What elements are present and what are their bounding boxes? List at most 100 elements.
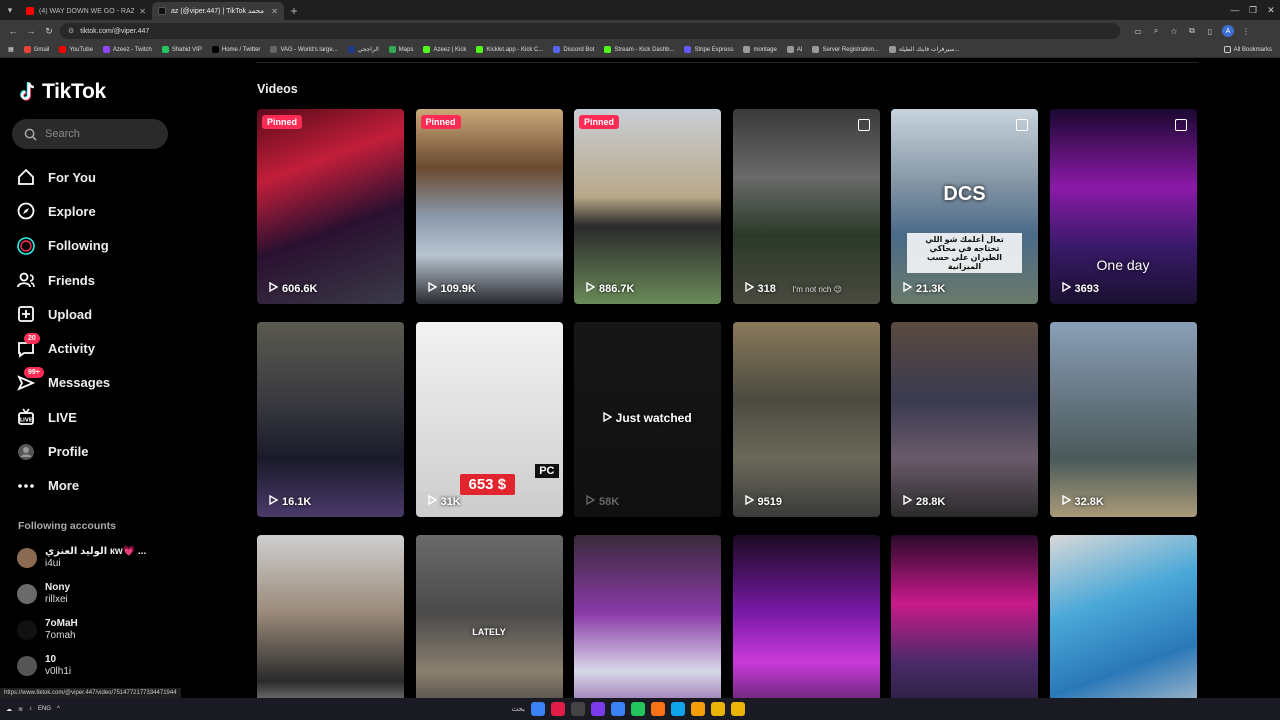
nav-item-activity[interactable]: 20 Activity xyxy=(16,331,110,365)
taskbar-search-label[interactable]: بحث xyxy=(475,705,525,713)
bookmark-label: Stream - Kick Dashb... xyxy=(614,46,675,53)
apps-grid-icon[interactable]: ▦ xyxy=(8,46,14,53)
bookmark-item[interactable]: Discord Bot xyxy=(553,46,594,53)
close-icon[interactable]: ✕ xyxy=(271,7,278,16)
tray-chevron-icon[interactable]: ^ xyxy=(57,706,60,712)
taskbar-app-icon[interactable] xyxy=(551,702,565,716)
video-thumbnail[interactable]: I'm not rich 😉 318 xyxy=(732,109,880,304)
bookmark-item[interactable]: YouTube xyxy=(59,46,93,53)
all-bookmarks-folder[interactable]: All Bookmarks xyxy=(1223,46,1272,53)
bookmark-item[interactable]: سيرفرات فاينك الطيلة... xyxy=(888,46,960,53)
tab-search-icon[interactable]: ▾ xyxy=(0,0,20,20)
bookmark-star-icon[interactable]: ☆ xyxy=(1168,27,1180,36)
bookmark-item[interactable]: Shahid VIP xyxy=(161,46,202,53)
video-thumbnail[interactable]: 28.8K xyxy=(891,322,1038,517)
close-window-icon[interactable]: ✕ xyxy=(1262,0,1280,20)
weather-icon[interactable]: ☁ xyxy=(6,706,12,713)
nav-item-following[interactable]: Following xyxy=(16,229,110,263)
profile-avatar-button[interactable]: A xyxy=(1222,25,1234,37)
taskbar-app-icon[interactable] xyxy=(651,702,665,716)
video-thumbnail[interactable] xyxy=(1049,535,1197,720)
video-thumbnail[interactable]: One day 3693 xyxy=(1049,109,1197,304)
video-thumbnail[interactable]: Pinned 109.9K xyxy=(415,109,563,304)
nav-item-profile[interactable]: Profile xyxy=(16,434,110,468)
following-account[interactable]: 7oMaH 7omah xyxy=(17,612,146,648)
video-thumbnail[interactable]: Just watched 58K xyxy=(574,322,721,517)
following-account[interactable]: 10 v0lh1i xyxy=(17,648,146,684)
pinned-badge: Pinned xyxy=(420,115,461,129)
extensions-icon[interactable]: ⧉ xyxy=(1186,26,1198,36)
tiktok-logo[interactable]: TikTok xyxy=(18,80,106,104)
sidepanel-icon[interactable]: ▯ xyxy=(1204,27,1216,36)
video-thumbnail[interactable]: 16.1K xyxy=(257,322,404,517)
bookmark-item[interactable]: Maps xyxy=(388,46,413,53)
windows-start-icon[interactable] xyxy=(531,702,545,716)
bookmark-item[interactable]: Kicklet.app - Kick C... xyxy=(476,46,543,53)
minimize-icon[interactable]: — xyxy=(1226,0,1244,20)
video-thumbnail[interactable]: 32.8K xyxy=(1049,322,1197,517)
bookmark-item[interactable]: Home / Twitter xyxy=(211,46,260,53)
cast-icon[interactable]: ▭ xyxy=(1132,27,1144,36)
taskbar-app-icon[interactable] xyxy=(691,702,705,716)
bookmark-favicon-icon xyxy=(347,46,355,53)
taskbar-app-icon[interactable] xyxy=(671,702,685,716)
video-thumbnail[interactable]: 653 $ PC 31K xyxy=(415,322,563,517)
nav-item-explore[interactable]: Explore xyxy=(16,194,110,228)
language-indicator[interactable]: ENG xyxy=(38,706,51,712)
site-info-icon[interactable]: ⚙ xyxy=(68,27,74,35)
taskbar-app-icon[interactable] xyxy=(731,702,745,716)
wifi-icon[interactable]: ≋ xyxy=(18,706,23,713)
browser-tab-tiktok[interactable]: az (@viper.447) | TikTok محمد ✕ xyxy=(152,2,284,20)
bookmark-item[interactable]: montage xyxy=(743,46,777,53)
nav-item-friends[interactable]: Friends xyxy=(16,263,110,297)
video-thumbnail[interactable]: 9519 xyxy=(732,322,880,517)
following-account[interactable]: Nony rillxei xyxy=(17,576,146,612)
bookmark-item[interactable]: Server Registration... xyxy=(812,46,879,53)
bookmark-item[interactable]: AI xyxy=(786,46,802,53)
video-thumbnail[interactable]: Pinned 886.7K xyxy=(574,109,721,304)
friends-icon xyxy=(16,270,36,290)
bookmark-item[interactable]: Azeez | Kick xyxy=(423,46,466,53)
zoom-icon[interactable]: ⌕ xyxy=(1150,26,1162,36)
search-input[interactable]: Search xyxy=(12,119,168,149)
volume-icon[interactable]: ♪ xyxy=(29,706,32,712)
play-icon xyxy=(903,494,913,508)
compass-icon xyxy=(16,201,36,221)
forward-icon[interactable]: → xyxy=(24,24,38,38)
video-thumbnail[interactable] xyxy=(257,535,404,720)
url-input[interactable]: ⚙ tiktok.com/@viper.447 xyxy=(60,23,1120,39)
bookmark-item[interactable]: Stream - Kick Dashb... xyxy=(604,46,674,53)
url-text: tiktok.com/@viper.447 xyxy=(80,27,150,35)
taskbar-app-icon[interactable] xyxy=(711,702,725,716)
browser-tab-youtube[interactable]: (4) WAY DOWN WE GO - RAZE ✕ xyxy=(20,2,152,20)
nav-item-for-you[interactable]: For You xyxy=(16,160,110,194)
following-account[interactable]: الوليد العنزي кw💗 ... i4ui xyxy=(17,540,146,576)
back-icon[interactable]: ← xyxy=(6,24,20,38)
video-thumbnail[interactable]: LATELY xyxy=(415,535,563,720)
bookmark-item[interactable]: Azeez - Twitch xyxy=(102,46,152,53)
bookmark-item[interactable]: Gmail xyxy=(23,46,49,53)
nav-item-live[interactable]: LIVE LIVE xyxy=(16,400,110,434)
taskbar-app-icon[interactable] xyxy=(591,702,605,716)
video-thumbnail[interactable] xyxy=(732,535,880,720)
taskbar-app-icon[interactable] xyxy=(611,702,625,716)
video-thumbnail[interactable]: Pinned 606.6K xyxy=(257,109,404,304)
nav-item-messages[interactable]: 99+ Messages xyxy=(16,366,110,400)
bookmark-item[interactable]: الراجحي xyxy=(347,46,379,53)
reload-icon[interactable]: ↻ xyxy=(42,24,56,38)
new-tab-button[interactable]: + xyxy=(284,2,304,20)
view-count-text: 58K xyxy=(599,495,620,508)
bookmark-item[interactable]: Stripe Express xyxy=(684,46,733,53)
bookmark-label: Server Registration... xyxy=(822,46,879,53)
video-thumbnail[interactable] xyxy=(574,535,721,720)
maximize-icon[interactable]: ❐ xyxy=(1244,0,1262,20)
nav-item-upload[interactable]: Upload xyxy=(16,297,110,331)
bookmark-item[interactable]: VAG - World's large... xyxy=(270,46,338,53)
taskbar-app-icon[interactable] xyxy=(571,702,585,716)
video-thumbnail[interactable]: DCS تعال أعلمك شو اللي تحتاجه في محاكي ال… xyxy=(891,109,1038,304)
chrome-menu-icon[interactable]: ⋮ xyxy=(1240,27,1252,36)
close-icon[interactable]: ✕ xyxy=(139,7,146,16)
taskbar-app-icon[interactable] xyxy=(631,702,645,716)
nav-item-more[interactable]: More xyxy=(16,469,110,503)
video-thumbnail[interactable] xyxy=(891,535,1038,720)
